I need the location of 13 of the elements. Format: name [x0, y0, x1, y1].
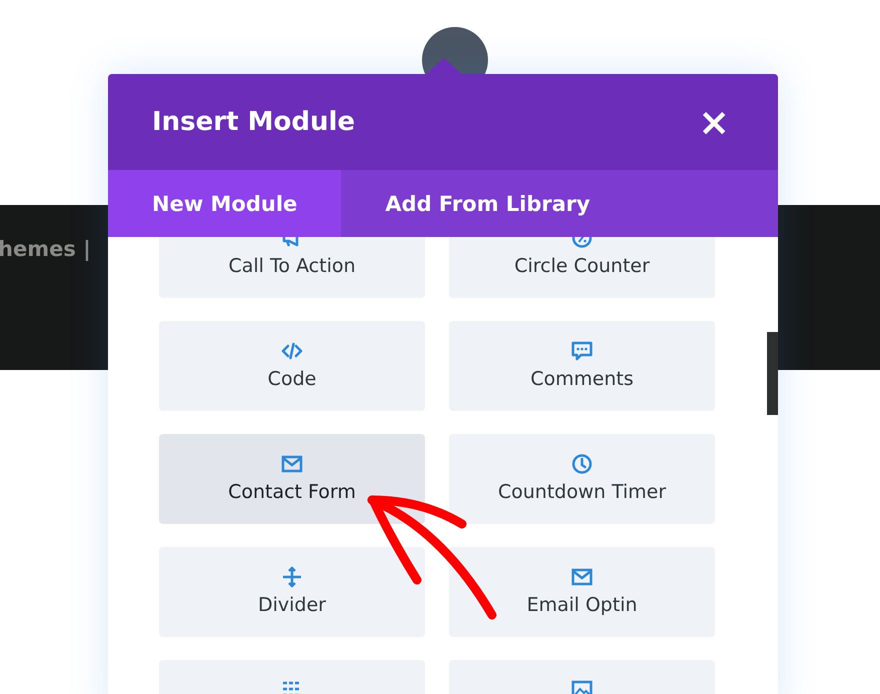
tab[interactable]: New Module — [108, 170, 342, 237]
page-text: hemes | — [0, 237, 91, 261]
dialog-title: Insert Module — [152, 107, 355, 137]
close-button[interactable]: × — [694, 103, 734, 141]
module-tile[interactable]: Contact Form — [159, 434, 425, 524]
module-tile[interactable]: Circle Counter — [449, 237, 715, 298]
tab[interactable]: Add From Library — [341, 170, 634, 237]
module-tile[interactable]: Email Optin — [449, 547, 715, 637]
module-tile[interactable]: Code — [159, 321, 425, 411]
module-tile[interactable]: Countdown Timer — [449, 434, 715, 524]
module-tile[interactable]: Comments — [449, 321, 715, 411]
module-tile[interactable]: Call To Action — [159, 237, 425, 298]
module-tile[interactable]: Divider — [159, 547, 425, 637]
